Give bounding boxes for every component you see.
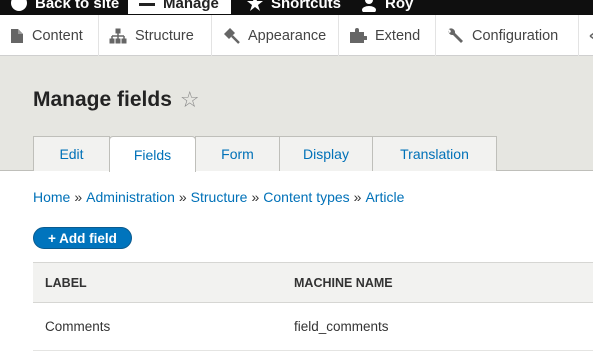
manage-label: Manage (163, 0, 219, 12)
tray-label-appearance: Appearance (248, 27, 327, 44)
tab-translation[interactable]: Translation (372, 136, 497, 171)
wrench-icon (446, 27, 464, 44)
breadcrumb-separator: » (251, 189, 260, 205)
breadcrumb-separator: » (178, 189, 187, 205)
breadcrumb-article[interactable]: Article (365, 189, 404, 205)
back-arrow-icon (10, 0, 28, 12)
page-title-wrapper: Manage fields ☆ (33, 88, 200, 112)
menu-icon (138, 0, 156, 12)
admin-tray: Content Structure Appearance Extend Conf… (0, 15, 593, 56)
breadcrumb-separator: » (74, 189, 83, 205)
sitemap-icon (109, 28, 127, 44)
cell-label: Comments (45, 319, 111, 334)
fields-table: LABEL MACHINE NAME Comments field_commen… (33, 262, 593, 351)
tab-fields[interactable]: Fields (109, 136, 196, 172)
tray-label-configuration: Configuration (472, 27, 559, 44)
breadcrumb-separator: » (353, 189, 362, 205)
favorite-star-icon[interactable]: ☆ (180, 89, 200, 111)
tray-label-content: Content (32, 27, 83, 44)
document-icon (10, 28, 24, 44)
shortcuts-tab[interactable]: Shortcuts (246, 0, 341, 14)
user-icon (360, 0, 378, 14)
breadcrumb-structure[interactable]: Structure (191, 189, 248, 205)
column-header-label: LABEL (45, 275, 87, 290)
tab-display[interactable]: Display (279, 136, 373, 171)
tab-edit[interactable]: Edit (33, 136, 110, 171)
back-to-site-link[interactable]: Back to site (10, 0, 119, 14)
user-tab[interactable]: Roy (360, 0, 413, 14)
tray-item-configuration[interactable]: Configuration (436, 15, 579, 56)
back-to-site-label: Back to site (35, 0, 120, 12)
tray-item-appearance[interactable]: Appearance (212, 15, 339, 56)
column-header-machine-name: MACHINE NAME (294, 275, 393, 290)
table-header: LABEL MACHINE NAME (33, 262, 593, 303)
breadcrumb-home[interactable]: Home (33, 189, 70, 205)
admin-toolbar: Back to site Manage Shortcuts Roy (0, 0, 593, 15)
chevron-icon (589, 28, 593, 44)
puzzle-icon (349, 27, 367, 44)
shortcuts-label: Shortcuts (271, 0, 342, 12)
breadcrumb: Home» Administration» Structure» Content ty… (33, 189, 404, 205)
breadcrumb-administration[interactable]: Administration (86, 189, 175, 205)
tray-label-extend: Extend (375, 27, 421, 44)
user-label: Roy (385, 0, 414, 12)
tray-item-content[interactable]: Content (0, 15, 99, 56)
manage-tab[interactable]: Manage (128, 0, 231, 14)
table-row: Comments field_comments (33, 303, 593, 351)
tray-overflow[interactable] (579, 15, 593, 56)
tray-item-structure[interactable]: Structure (99, 15, 212, 56)
primary-tabs: Edit Fields Form Display Translation (33, 136, 497, 172)
brush-icon (222, 27, 240, 44)
cell-machine-name: field_comments (294, 319, 389, 334)
tray-label-structure: Structure (135, 27, 194, 44)
tray-item-extend[interactable]: Extend (339, 15, 436, 56)
breadcrumb-content-types[interactable]: Content types (263, 189, 349, 205)
star-icon (246, 0, 264, 12)
page-title: Manage fields (33, 88, 172, 111)
add-field-button[interactable]: + Add field (33, 227, 132, 249)
tab-form[interactable]: Form (195, 136, 280, 171)
